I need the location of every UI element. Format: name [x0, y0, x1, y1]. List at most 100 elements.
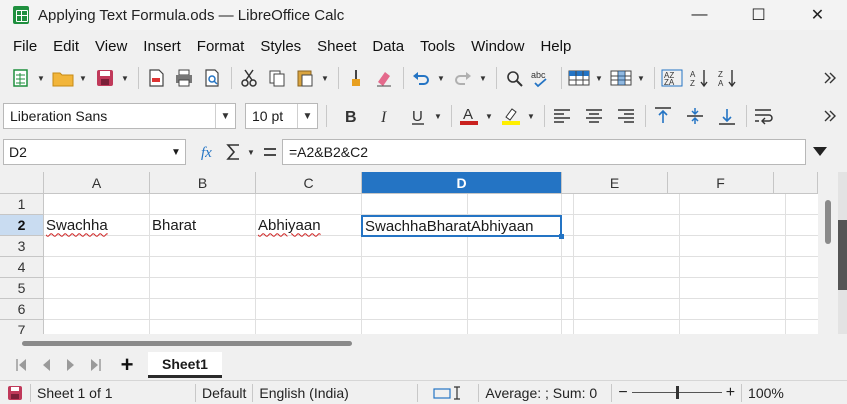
- paste-button[interactable]: [292, 65, 318, 91]
- text-language[interactable]: English (India): [253, 385, 417, 401]
- sheet-tab-sheet1[interactable]: Sheet1: [148, 352, 222, 378]
- align-center-button[interactable]: [581, 103, 607, 129]
- font-color-dropdown-arrow[interactable]: ▼: [484, 103, 494, 129]
- toolbar-overflow-button[interactable]: [817, 103, 843, 129]
- sum-button[interactable]: [224, 139, 244, 165]
- column-header-f[interactable]: F: [668, 172, 774, 194]
- column-header-d[interactable]: D: [362, 172, 562, 194]
- name-box[interactable]: D2 ▼: [3, 139, 186, 165]
- menu-help[interactable]: Help: [532, 38, 579, 55]
- font-name-box[interactable]: Liberation Sans ▼: [3, 103, 236, 129]
- bold-button[interactable]: B: [337, 103, 363, 129]
- undo-dropdown-arrow[interactable]: ▼: [436, 65, 446, 91]
- undo-button[interactable]: [408, 65, 434, 91]
- export-pdf-button[interactable]: [143, 65, 169, 91]
- expand-formula-button[interactable]: [808, 139, 832, 165]
- toolbar-overflow-button[interactable]: [817, 65, 843, 91]
- save-dropdown-arrow[interactable]: ▼: [120, 65, 130, 91]
- column-dropdown-arrow[interactable]: ▼: [636, 65, 646, 91]
- underline-dropdown-arrow[interactable]: ▼: [433, 103, 443, 129]
- row-header-2[interactable]: 2: [0, 215, 44, 236]
- chevron-down-icon[interactable]: ▼: [167, 140, 185, 164]
- sum-dropdown-arrow[interactable]: ▼: [246, 139, 256, 165]
- cell-c2[interactable]: Abhiyaan: [256, 215, 362, 236]
- row-header-5[interactable]: 5: [0, 278, 44, 299]
- column-header-c[interactable]: C: [256, 172, 362, 194]
- background-color-dropdown-arrow[interactable]: ▼: [526, 103, 536, 129]
- clone-formatting-button[interactable]: [343, 65, 369, 91]
- row-dropdown-arrow[interactable]: ▼: [594, 65, 604, 91]
- selection-summary[interactable]: Average: ; Sum: 0: [479, 385, 611, 401]
- align-top-button[interactable]: [650, 103, 676, 129]
- row-button[interactable]: [566, 65, 592, 91]
- redo-button[interactable]: [450, 65, 476, 91]
- clear-formatting-button[interactable]: [371, 65, 397, 91]
- row-header-7[interactable]: 7: [0, 320, 44, 334]
- zoom-level[interactable]: 100%: [742, 385, 790, 401]
- formula-button[interactable]: [260, 139, 280, 165]
- maximize-button[interactable]: ☐: [729, 0, 788, 30]
- column-header-a[interactable]: A: [44, 172, 150, 194]
- spelling-button[interactable]: abc: [529, 65, 555, 91]
- menu-styles[interactable]: Styles: [252, 38, 309, 55]
- selection-mode[interactable]: [418, 385, 478, 401]
- formula-input[interactable]: =A2&B2&C2: [282, 139, 806, 165]
- align-right-button[interactable]: [613, 103, 639, 129]
- underline-button[interactable]: U: [405, 103, 431, 129]
- select-all-corner[interactable]: [0, 172, 44, 194]
- chevron-down-icon[interactable]: ▼: [297, 104, 317, 128]
- cell-a2[interactable]: Swachha: [44, 215, 150, 236]
- font-size-box[interactable]: 10 pt ▼: [245, 103, 318, 129]
- align-bottom-button[interactable]: [714, 103, 740, 129]
- fill-handle[interactable]: [559, 234, 564, 239]
- menu-sheet[interactable]: Sheet: [309, 38, 364, 55]
- copy-button[interactable]: [264, 65, 290, 91]
- zoom-in-button[interactable]: +: [722, 384, 741, 402]
- document-modified-icon[interactable]: [0, 385, 30, 401]
- zoom-slider[interactable]: [631, 384, 722, 402]
- menu-edit[interactable]: Edit: [45, 38, 87, 55]
- function-wizard-button[interactable]: fx: [196, 139, 222, 165]
- paste-dropdown-arrow[interactable]: ▼: [320, 65, 330, 91]
- chevron-down-icon[interactable]: ▼: [215, 104, 235, 128]
- font-color-button[interactable]: A: [456, 103, 482, 129]
- horizontal-scrollbar[interactable]: [0, 334, 847, 352]
- print-preview-button[interactable]: [199, 65, 225, 91]
- next-sheet-button[interactable]: [58, 353, 83, 377]
- column-header-b[interactable]: B: [150, 172, 256, 194]
- menu-window[interactable]: Window: [463, 38, 532, 55]
- column-header-e[interactable]: E: [562, 172, 668, 194]
- cut-button[interactable]: [236, 65, 262, 91]
- last-sheet-button[interactable]: [83, 353, 108, 377]
- cell-d2-active[interactable]: SwachhaBharatAbhiyaan: [361, 215, 562, 237]
- menu-view[interactable]: View: [87, 38, 135, 55]
- new-document-button[interactable]: [8, 65, 34, 91]
- new-dropdown-arrow[interactable]: ▼: [36, 65, 46, 91]
- open-dropdown-arrow[interactable]: ▼: [78, 65, 88, 91]
- row-header-4[interactable]: 4: [0, 257, 44, 278]
- menu-file[interactable]: File: [5, 38, 45, 55]
- vertical-scrollbar-thumb[interactable]: [825, 200, 831, 244]
- print-button[interactable]: [171, 65, 197, 91]
- cell-b2[interactable]: Bharat: [150, 215, 256, 236]
- first-sheet-button[interactable]: [8, 353, 33, 377]
- wrap-text-button[interactable]: [751, 103, 777, 129]
- sort-ascending-button[interactable]: AZ: [687, 65, 713, 91]
- spreadsheet-grid[interactable]: A B C D E F 1 2 3 4 5 6 7 Swachha Bharat…: [0, 172, 847, 334]
- save-button[interactable]: [92, 65, 118, 91]
- menu-tools[interactable]: Tools: [412, 38, 463, 55]
- page-style[interactable]: Default: [196, 385, 252, 401]
- add-sheet-button[interactable]: +: [112, 352, 142, 377]
- previous-sheet-button[interactable]: [33, 353, 58, 377]
- close-button[interactable]: ✕: [788, 0, 847, 30]
- vertical-scrollbar[interactable]: [818, 172, 838, 334]
- column-header-g[interactable]: [774, 172, 818, 194]
- row-header-3[interactable]: 3: [0, 236, 44, 257]
- open-button[interactable]: [50, 65, 76, 91]
- menu-format[interactable]: Format: [189, 38, 253, 55]
- redo-dropdown-arrow[interactable]: ▼: [478, 65, 488, 91]
- zoom-out-button[interactable]: −: [612, 384, 631, 402]
- find-replace-button[interactable]: [501, 65, 527, 91]
- sort-descending-button[interactable]: ZA: [715, 65, 741, 91]
- sidebar-handle[interactable]: [838, 220, 847, 290]
